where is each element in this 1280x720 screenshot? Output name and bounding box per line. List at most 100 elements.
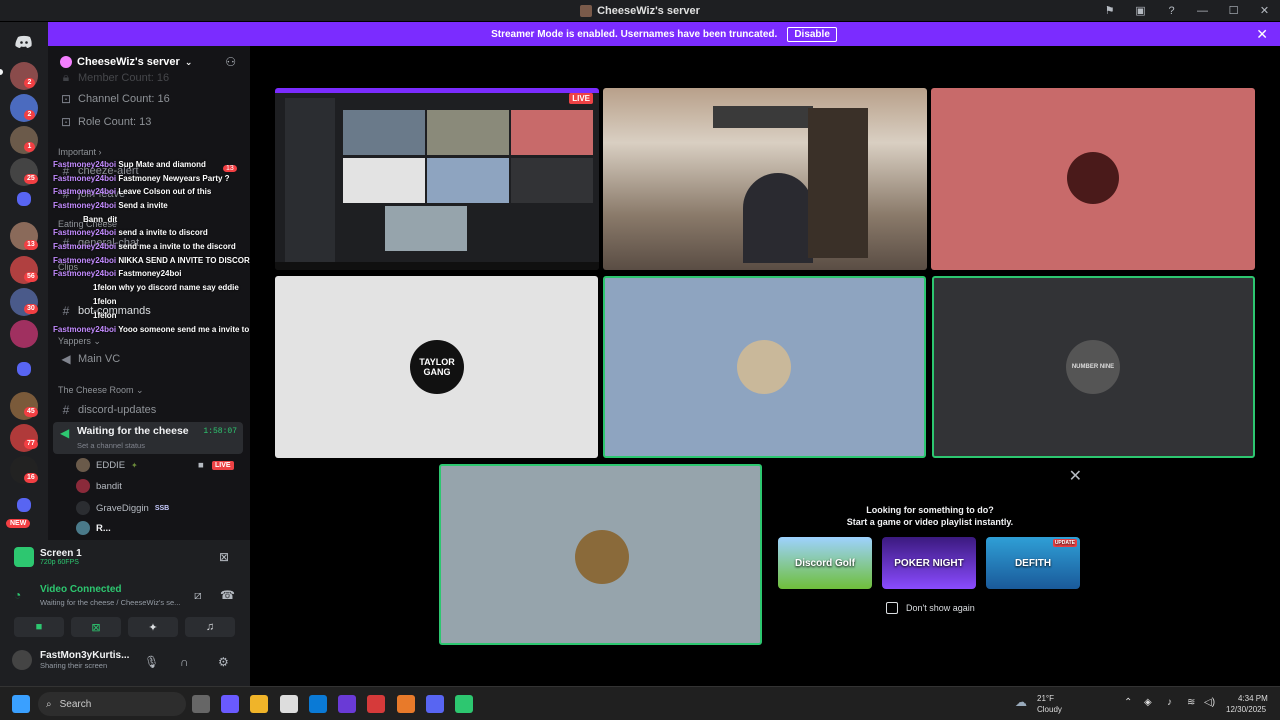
- category-important[interactable]: Important ›: [58, 147, 102, 157]
- disconnect-icon[interactable]: ☎: [220, 588, 235, 602]
- hash-icon: #: [62, 164, 70, 178]
- hash-icon: #: [62, 187, 70, 201]
- activity-card[interactable]: Discord Golf: [778, 537, 872, 589]
- maximize-button[interactable]: ☐: [1218, 4, 1249, 17]
- channel-general-chat[interactable]: # general-chat: [60, 236, 140, 250]
- microphone-icon[interactable]: 🎙︎: [144, 655, 159, 669]
- activity-card[interactable]: DEFITH UPDATE: [986, 537, 1080, 589]
- voice-panel: Screen 1 720p 60FPS ⊠ ◔ Video Connected …: [0, 540, 250, 686]
- app-icon[interactable]: [397, 695, 415, 713]
- app-icon[interactable]: [367, 695, 385, 713]
- voice-user[interactable]: EDDIE ✦ ■ LIVE: [76, 458, 234, 472]
- clock-time[interactable]: 4:34 PM: [1238, 694, 1268, 703]
- search-box[interactable]: ⌕ Search: [38, 692, 186, 716]
- tray-app-icon[interactable]: ◈: [1144, 697, 1152, 708]
- window-title: CheeseWiz's server: [597, 4, 700, 17]
- category-clips[interactable]: Clips: [58, 262, 78, 272]
- inbox-icon[interactable]: ⚑: [1094, 4, 1125, 17]
- weather-temp[interactable]: 21°F: [1037, 694, 1054, 703]
- settings-gear-icon[interactable]: ⚙: [218, 655, 229, 669]
- close-button[interactable]: ✕: [1249, 4, 1280, 17]
- voice-user[interactable]: R...: [76, 521, 111, 535]
- screen-share-button[interactable]: ⊠: [71, 617, 121, 637]
- connection-channel: Waiting for the cheese / CheeseWiz's se.…: [40, 598, 181, 607]
- user-tile[interactable]: TAYLOR GANG: [275, 276, 598, 458]
- camera-button[interactable]: ■: [14, 617, 64, 637]
- channel-main-vc[interactable]: ◀ Main VC: [60, 352, 120, 366]
- help-icon[interactable]: ?: [1156, 5, 1187, 17]
- discord-home-icon[interactable]: [10, 28, 38, 56]
- stream-tile-screen[interactable]: LIVE: [275, 88, 599, 270]
- minimize-button[interactable]: —: [1187, 5, 1218, 17]
- folder-icon[interactable]: [17, 498, 31, 512]
- file-explorer-icon[interactable]: [250, 695, 268, 713]
- channel-bot-commands[interactable]: # bot-commands: [60, 304, 151, 318]
- folder-icon[interactable]: [17, 192, 31, 206]
- user-tile-speaking[interactable]: [603, 276, 926, 458]
- user-tile-speaking[interactable]: [439, 464, 762, 645]
- chevron-down-icon: ⌄: [184, 56, 193, 67]
- channel-cheeze-alert[interactable]: # cheeze-alert: [60, 164, 139, 178]
- stop-stream-icon[interactable]: ⊠: [219, 550, 229, 564]
- avatar: [76, 521, 90, 535]
- discord-icon[interactable]: [426, 695, 444, 713]
- guild-badge: 16: [24, 473, 38, 483]
- soundboard-button[interactable]: ♫: [185, 617, 235, 637]
- signal-icon[interactable]: ◔: [14, 588, 21, 602]
- guild-badge: 1: [24, 142, 35, 152]
- disable-button[interactable]: Disable: [787, 26, 837, 42]
- headphones-icon[interactable]: ∩: [180, 655, 189, 669]
- dont-show-again-checkbox[interactable]: Don't show again: [886, 602, 975, 614]
- close-banner-icon[interactable]: ✕: [1256, 26, 1268, 43]
- activity-card[interactable]: POKER NIGHT: [882, 537, 976, 589]
- copilot-icon[interactable]: [221, 695, 239, 713]
- app-icon[interactable]: [338, 695, 356, 713]
- screen-share-icon: [14, 547, 34, 567]
- guild-badge: 77: [24, 439, 38, 449]
- channel-discord-updates[interactable]: # discord-updates: [60, 403, 157, 417]
- screen-share-status[interactable]: Screen 1 720p 60FPS: [14, 547, 82, 567]
- user-tile-speaking[interactable]: NUMBER NINE: [932, 276, 1255, 458]
- app-icon[interactable]: [455, 695, 473, 713]
- active-voice-channel[interactable]: ◀ Waiting for the cheese 1:58:07 Set a c…: [53, 422, 243, 454]
- avatar: [76, 458, 90, 472]
- channel-join-leave[interactable]: # join-leave: [60, 187, 125, 201]
- windows-start-icon[interactable]: [12, 695, 30, 713]
- weather-icon[interactable]: ☁: [1015, 695, 1027, 709]
- clock-date[interactable]: 12/30/2025: [1226, 705, 1266, 714]
- noise-suppression-icon[interactable]: ⧄: [194, 588, 202, 603]
- activity-headline: Looking for something to do?: [866, 505, 994, 515]
- channel-member-count[interactable]: 🔒︎ Member Count: 16: [60, 70, 169, 85]
- store-icon[interactable]: [280, 695, 298, 713]
- task-view-icon[interactable]: [192, 695, 210, 713]
- stream-tile-camera[interactable]: [603, 88, 927, 270]
- taskbar: ⌕ Search ☁ 21°F Cloudy ⌃ ◈ ♪ ≋ ◁) 4:34 P…: [0, 686, 1280, 720]
- user-tile[interactable]: [931, 88, 1255, 270]
- invite-people-icon[interactable]: ⚇: [225, 55, 236, 69]
- voice-user[interactable]: GraveDiggin SSB: [76, 501, 169, 515]
- new-badge: NEW: [6, 519, 31, 528]
- chevron-up-icon[interactable]: ⌃: [1124, 697, 1132, 708]
- screen-icon[interactable]: ▣: [1125, 4, 1156, 17]
- category-cheese-room[interactable]: The Cheese Room ⌄: [58, 385, 144, 396]
- volume-icon[interactable]: ◁): [1204, 697, 1215, 708]
- connection-status[interactable]: Video Connected: [40, 584, 122, 595]
- channel-role-count[interactable]: ⊡ Role Count: 13: [60, 115, 151, 129]
- guild-badge: 56: [24, 272, 38, 282]
- category-eating-cheese[interactable]: Eating Cheese: [58, 219, 117, 229]
- category-yappers[interactable]: Yappers ⌄: [58, 336, 101, 347]
- user-panel[interactable]: FastMon3yKurtis... Sharing their screen: [12, 650, 129, 670]
- microphone-icon[interactable]: ♪: [1167, 697, 1172, 708]
- folder-icon[interactable]: [17, 362, 31, 376]
- avatar: [737, 340, 791, 394]
- guild-icon[interactable]: [10, 320, 38, 348]
- activities-button[interactable]: ✦: [128, 617, 178, 637]
- channel-channel-count[interactable]: ⊡ Channel Count: 16: [60, 92, 170, 106]
- checkbox[interactable]: [886, 602, 898, 614]
- voice-user[interactable]: bandit: [76, 479, 122, 493]
- soundboard-icon: ♫: [205, 621, 215, 633]
- search-icon: ⌕: [46, 698, 52, 710]
- wifi-icon[interactable]: ≋: [1187, 697, 1195, 708]
- edge-icon[interactable]: [309, 695, 327, 713]
- close-icon[interactable]: ✕: [1069, 466, 1082, 486]
